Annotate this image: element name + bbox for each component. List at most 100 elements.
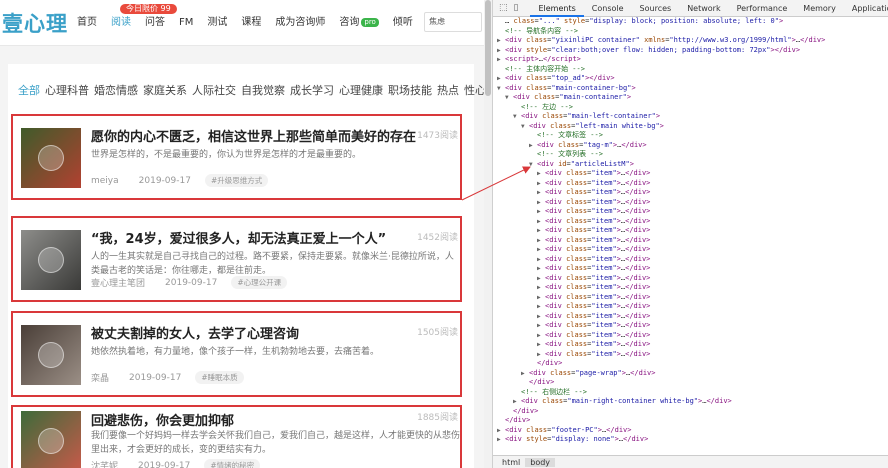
expand-toggle-icon[interactable]: ▶ bbox=[497, 46, 505, 56]
dom-item-node[interactable]: ▶ <div class="item">…</div> bbox=[493, 321, 888, 331]
expand-toggle-icon[interactable]: ▶ bbox=[497, 426, 505, 436]
dom-item-node[interactable]: ▶ <div class="item">…</div> bbox=[493, 207, 888, 217]
category-tag[interactable]: 心理科普 bbox=[45, 82, 89, 98]
dom-item-node[interactable]: ▶ <div class="item">…</div> bbox=[493, 236, 888, 246]
dom-item-node[interactable]: ▶ <div class="item">…</div> bbox=[493, 340, 888, 350]
dom-tree-line[interactable]: </div> bbox=[493, 359, 888, 369]
article-card[interactable]: 回避悲伤，你会更加抑郁 1885阅读 我们要像一个好妈妈一样去学会关怀我们自己，爱我… bbox=[11, 405, 462, 468]
dom-item-node[interactable]: ▶ <div class="item">…</div> bbox=[493, 245, 888, 255]
article-title[interactable]: 被丈夫割掉的女人，去学了心理咨询 bbox=[91, 323, 299, 342]
expand-toggle-icon[interactable]: ▶ bbox=[497, 435, 505, 445]
dom-tree-line[interactable]: ▶ <div class="footer-PC">…</div> bbox=[493, 426, 888, 436]
dom-item-node[interactable]: ▶ <div class="item">…</div> bbox=[493, 312, 888, 322]
nav-item[interactable]: 问答 bbox=[138, 16, 172, 30]
page-scrollbar[interactable] bbox=[484, 0, 492, 468]
dom-tree-line[interactable]: ▶ <div class="top_ad"></div> bbox=[493, 74, 888, 84]
article-author[interactable]: 壹心理主笔团 bbox=[91, 276, 145, 289]
article-title[interactable]: “我，24岁，爱过很多人，却无法真正爱上一个人” bbox=[91, 228, 386, 247]
devtools-tab[interactable]: Performance bbox=[729, 0, 796, 17]
article-card[interactable]: 愿你的内心不匮乏，相信这世界上那些简单而美好的存在 1473阅读 世界是怎样的，不是… bbox=[11, 114, 462, 200]
devtools-tab[interactable]: Sources bbox=[632, 0, 680, 17]
dom-tree-line[interactable]: ▶ <div class="yixinliPC container" xmlns=… bbox=[493, 36, 888, 46]
article-thumbnail[interactable] bbox=[21, 411, 81, 468]
nav-item[interactable]: 测试 bbox=[200, 16, 234, 30]
article-topic-chip[interactable]: #升级思维方式 bbox=[204, 174, 269, 187]
article-author[interactable]: 沈芊妮 bbox=[91, 459, 118, 468]
article-card[interactable]: 被丈夫割掉的女人，去学了心理咨询 1505阅读 她依然执着地，有力量地，像个孩子一样… bbox=[11, 311, 462, 397]
expand-toggle-icon[interactable]: ▶ bbox=[537, 236, 545, 246]
dom-tree-line[interactable]: <!-- 左边 --> bbox=[493, 103, 888, 113]
nav-item[interactable]: 成为咨询师 bbox=[268, 16, 332, 30]
nav-item[interactable]: FM bbox=[172, 16, 200, 30]
nav-item[interactable]: 咨询 pro bbox=[332, 16, 385, 30]
dom-tree-line[interactable]: </div> bbox=[493, 378, 888, 388]
dom-tree-line[interactable]: ▶ <div class="page-wrap">…</div> bbox=[493, 369, 888, 379]
promo-badge[interactable]: 今日限价 99 bbox=[120, 4, 177, 14]
category-tag[interactable]: 家庭关系 bbox=[143, 82, 187, 98]
expand-toggle-icon[interactable]: ▶ bbox=[537, 245, 545, 255]
article-card[interactable]: “我，24岁，爱过很多人，却无法真正爱上一个人” 1452阅读 人的一生其实就是自己… bbox=[11, 216, 462, 302]
breadcrumb-item[interactable]: body bbox=[525, 457, 556, 467]
expand-toggle-icon[interactable]: ▶ bbox=[537, 198, 545, 208]
category-tag[interactable]: 人际社交 bbox=[192, 82, 236, 98]
dom-tree-line[interactable]: <!-- 右侧边栏 --> bbox=[493, 388, 888, 398]
article-title[interactable]: 回避悲伤，你会更加抑郁 bbox=[91, 410, 234, 429]
expand-toggle-icon[interactable]: ▼ bbox=[505, 93, 513, 103]
dom-tree-line[interactable]: <!-- 主体内容开始 --> bbox=[493, 65, 888, 75]
dom-tree-line[interactable]: ▶ <div style="clear:both;over flow: hidde… bbox=[493, 46, 888, 56]
breadcrumb-item[interactable]: html bbox=[497, 458, 525, 467]
devtools-tab[interactable]: Elements bbox=[530, 0, 584, 17]
category-tag[interactable]: 热点 bbox=[437, 82, 459, 98]
dom-tree-line[interactable]: ▼ <div class="left-main white-bg"> bbox=[493, 122, 888, 132]
dom-item-node[interactable]: ▶ <div class="item">…</div> bbox=[493, 188, 888, 198]
article-author[interactable]: meiya bbox=[91, 176, 119, 186]
dom-item-node[interactable]: ▶ <div class="item">…</div> bbox=[493, 255, 888, 265]
expand-toggle-icon[interactable]: ▶ bbox=[537, 312, 545, 322]
expand-toggle-icon[interactable]: ▶ bbox=[537, 169, 545, 179]
dom-tree-line[interactable]: ▼ <div class="main-left-container"> bbox=[493, 112, 888, 122]
expand-toggle-icon[interactable]: ▶ bbox=[497, 74, 505, 84]
dom-tree-line[interactable]: ▼ <div class="main-container-bg"> bbox=[493, 84, 888, 94]
devtools-tab[interactable]: Network bbox=[679, 0, 728, 17]
article-topic-chip[interactable]: #心理公开课 bbox=[231, 276, 288, 289]
category-tag[interactable]: 成长学习 bbox=[290, 82, 334, 98]
expand-toggle-icon[interactable]: ▶ bbox=[529, 141, 537, 151]
expand-toggle-icon[interactable]: ▶ bbox=[537, 255, 545, 265]
expand-toggle-icon[interactable]: ▶ bbox=[537, 350, 545, 360]
dom-item-node[interactable]: ▶ <div class="item">…</div> bbox=[493, 302, 888, 312]
article-topic-chip[interactable]: #情绪的秘密 bbox=[204, 459, 261, 468]
device-toolbar-icon[interactable]: ▯ bbox=[514, 2, 519, 14]
expand-toggle-icon[interactable]: ▶ bbox=[537, 217, 545, 227]
nav-item[interactable]: 倾听 bbox=[386, 16, 420, 30]
dom-item-node[interactable]: ▶ <div class="item">…</div> bbox=[493, 169, 888, 179]
dom-tree-line[interactable]: ▶ <div class="tag-m">…</div> bbox=[493, 141, 888, 151]
expand-toggle-icon[interactable]: ▶ bbox=[497, 36, 505, 46]
expand-toggle-icon[interactable]: ▶ bbox=[521, 369, 529, 379]
category-tag[interactable]: 职场技能 bbox=[388, 82, 432, 98]
category-tag[interactable]: 心理健康 bbox=[339, 82, 383, 98]
dom-item-node[interactable]: ▶ <div class="item">…</div> bbox=[493, 179, 888, 189]
expand-toggle-icon[interactable]: ▶ bbox=[537, 321, 545, 331]
expand-toggle-icon[interactable]: ▶ bbox=[537, 226, 545, 236]
expand-toggle-icon[interactable]: ▶ bbox=[537, 207, 545, 217]
expand-toggle-icon[interactable]: ▶ bbox=[537, 293, 545, 303]
search-input[interactable]: 焦虑 bbox=[424, 12, 482, 32]
dom-item-node[interactable]: ▶ <div class="item">…</div> bbox=[493, 198, 888, 208]
expand-toggle-icon[interactable]: ▶ bbox=[537, 188, 545, 198]
article-topic-chip[interactable]: #睡眠本质 bbox=[195, 371, 244, 384]
expand-toggle-icon[interactable]: ▶ bbox=[513, 397, 521, 407]
category-tag[interactable]: 性心理 bbox=[464, 82, 484, 98]
dom-tree-line[interactable]: <!-- 文章标签 --> bbox=[493, 131, 888, 141]
dom-item-node[interactable]: ▶ <div class="item">…</div> bbox=[493, 331, 888, 341]
site-logo[interactable]: 壹心理 bbox=[2, 8, 68, 38]
dom-item-node[interactable]: ▶ <div class="item">…</div> bbox=[493, 264, 888, 274]
article-thumbnail[interactable] bbox=[21, 128, 81, 188]
expand-toggle-icon[interactable]: ▼ bbox=[513, 112, 521, 122]
dom-tree-line[interactable]: ▶ <div class="main-right-container white-… bbox=[493, 397, 888, 407]
dom-item-node[interactable]: ▶ <div class="item">…</div> bbox=[493, 293, 888, 303]
inspect-element-icon[interactable]: ⬚ bbox=[499, 2, 508, 14]
dom-item-node[interactable]: ▶ <div class="item">…</div> bbox=[493, 274, 888, 284]
expand-toggle-icon[interactable]: ▶ bbox=[537, 264, 545, 274]
expand-toggle-icon[interactable]: ▶ bbox=[497, 55, 505, 65]
expand-toggle-icon[interactable]: ▶ bbox=[537, 274, 545, 284]
